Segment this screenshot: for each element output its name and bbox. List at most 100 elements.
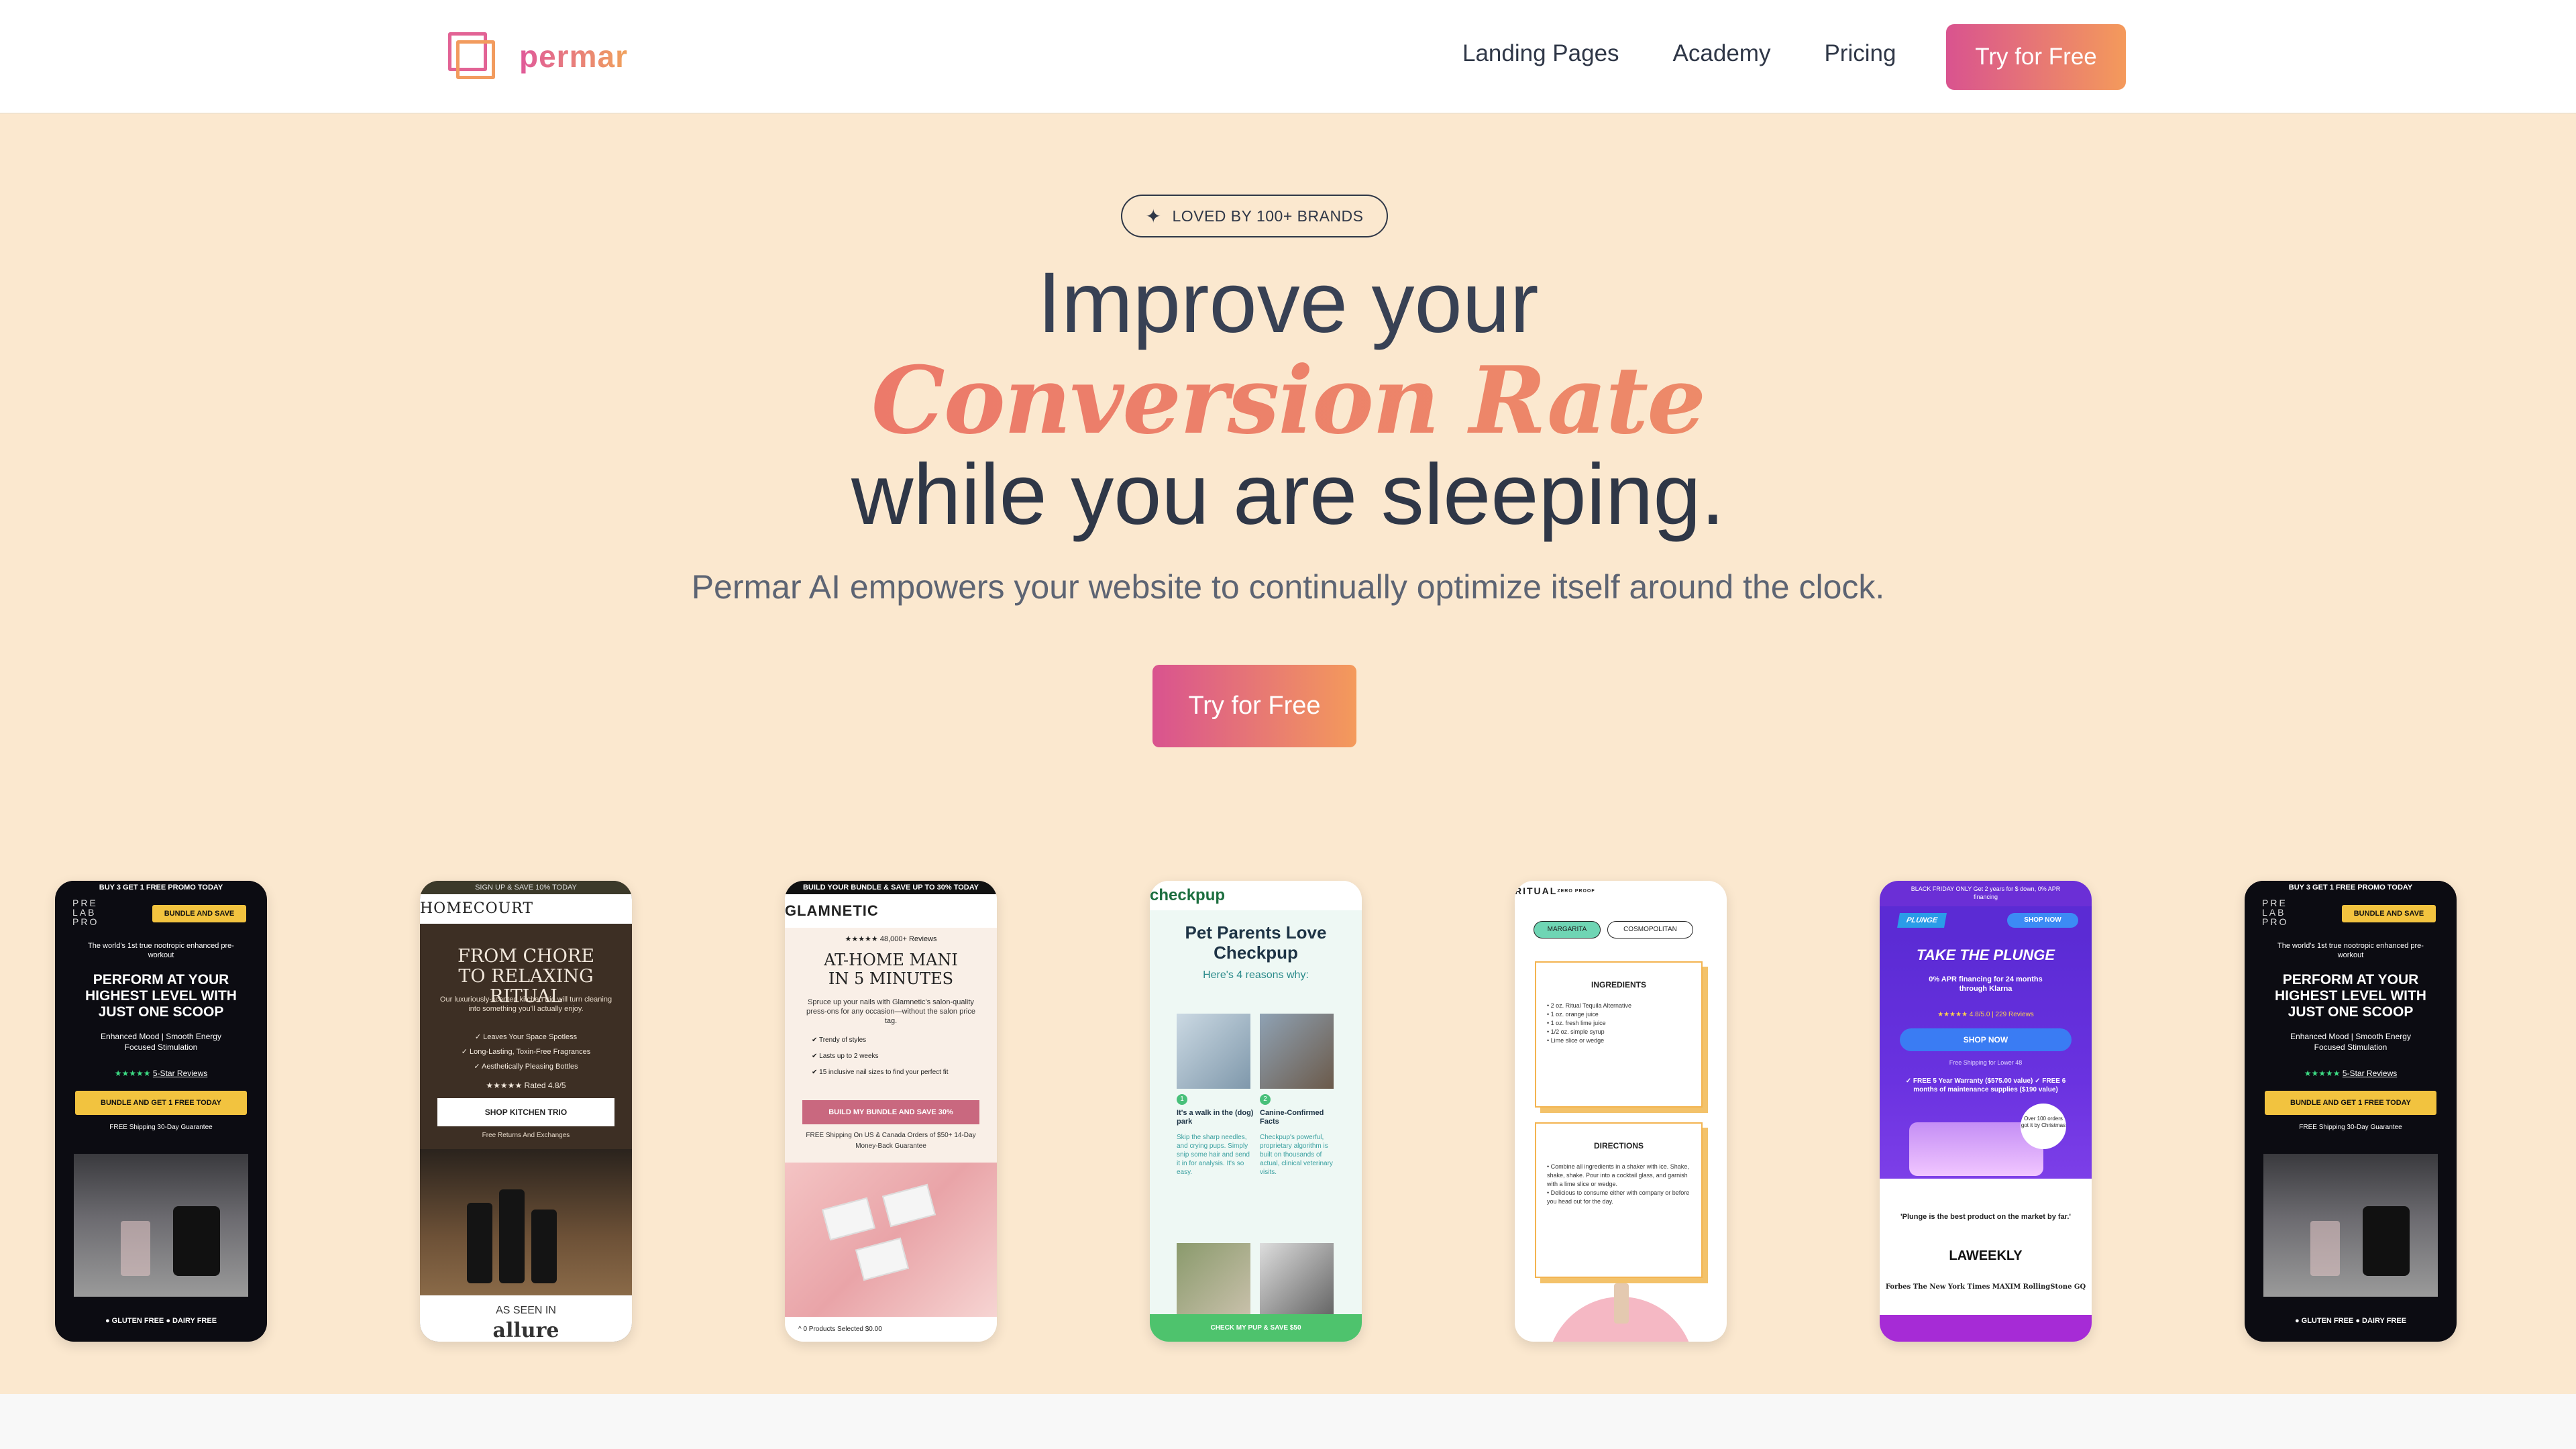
hero-heading-line-3: while you are sleeping. bbox=[851, 447, 1725, 543]
bundle-button: BUNDLE AND GET 1 FREE TODAY bbox=[2265, 1091, 2436, 1115]
promo-topbar: BUILD YOUR BUNDLE & SAVE UP TO 30% TODAY bbox=[785, 881, 997, 894]
nav-link-landing-pages[interactable]: Landing Pages bbox=[1462, 40, 1619, 67]
bundle-pill: BUNDLE AND SAVE bbox=[152, 905, 246, 922]
hero-heading-line-1: Improve your bbox=[1037, 255, 1539, 351]
headline: TAKE THE PLUNGE bbox=[1916, 947, 2055, 963]
permar-logo[interactable]: permar bbox=[448, 32, 628, 80]
badge-label: LOVED BY 100+ BRANDS bbox=[1172, 207, 1364, 225]
shipping-info: FREE Shipping On US & Canada Orders of $… bbox=[806, 1132, 976, 1150]
benefit-list: ✔ Trendy of styles ✔ Lasts up to 2 weeks ✔… bbox=[812, 1036, 949, 1076]
cta-footer: CHECK MY PUP & SAVE $50 bbox=[1150, 1314, 1362, 1342]
nav-link-academy[interactable]: Academy bbox=[1673, 40, 1771, 67]
as-seen-in: AS SEEN IN allure bbox=[420, 1295, 632, 1342]
nav-try-for-free-button[interactable]: Try for Free bbox=[1946, 24, 2126, 90]
press-logo: LAWEEKLY bbox=[1949, 1248, 2023, 1263]
rating: ★★★★★ 4.8/5.0 | 229 Reviews bbox=[1937, 1011, 2034, 1018]
reason-2-body: Checkpup's powerful, proprietary algorit… bbox=[1260, 1134, 1333, 1176]
bundle-pill: BUNDLE AND SAVE bbox=[2342, 905, 2436, 922]
mini-navbar: PLUNGE SHOP NOW bbox=[1880, 906, 2092, 936]
hero-try-for-free-button[interactable]: Try for Free bbox=[1152, 665, 1356, 747]
product-image bbox=[74, 1154, 248, 1297]
rating: ★★★★★ 48,000+ Reviews bbox=[845, 935, 937, 943]
returns-info: Free Returns And Exchanges bbox=[482, 1132, 570, 1139]
reason-2-icon: 2 bbox=[1260, 1094, 1271, 1105]
bottle-image bbox=[1614, 1283, 1629, 1324]
tagline: The world's 1st true nootropic enhanced … bbox=[88, 942, 234, 959]
shipping-info: FREE Shipping 30-Day Guarantee bbox=[109, 1124, 213, 1131]
sparkle-icon: ✦ bbox=[1145, 205, 1162, 227]
headline: AT-HOME MANI IN 5 MINUTES bbox=[824, 951, 958, 988]
reason-1-heading: It's a walk in the (dog) park bbox=[1177, 1109, 1254, 1126]
phone-preview-prelab-repeat[interactable]: BUY 3 GET 1 FREE PROMO TODAY PRE LAB PRO… bbox=[2245, 881, 2457, 1342]
reason-1-body: Skip the sharp needles, and crying pups.… bbox=[1177, 1134, 1250, 1176]
subheadline: Here's 4 reasons why: bbox=[1203, 969, 1309, 981]
promo-topbar: SIGN UP & SAVE 10% TODAY bbox=[420, 881, 632, 894]
top-navbar: permar Landing Pages Academy Pricing Try… bbox=[0, 0, 2576, 114]
phone-preview-plunge[interactable]: BLACK FRIDAY ONLY Get 2 years for $ down… bbox=[1880, 881, 2092, 1342]
brand-logo: PLUNGE bbox=[1897, 913, 1947, 928]
promo-topbar: BUY 3 GET 1 FREE PROMO TODAY bbox=[2245, 881, 2457, 894]
brand-logo: HOMECOURT bbox=[420, 894, 632, 924]
rating: ★★★★★ 5-Star Reviews bbox=[114, 1069, 208, 1078]
benefit-list: ✓ Leaves Your Space Spotless ✓ Long-Lasti… bbox=[461, 1033, 591, 1071]
product-image bbox=[420, 1149, 632, 1295]
reason-2-heading: Canine-Confirmed Facts bbox=[1260, 1109, 1324, 1126]
bundle-button: BUNDLE AND GET 1 FREE TODAY bbox=[75, 1091, 247, 1115]
logo-squares-icon bbox=[448, 32, 496, 80]
dogs-image bbox=[1177, 1243, 1250, 1314]
cart-footer: ^ 0 Products Selected $0.00 bbox=[785, 1317, 997, 1342]
promo-topbar: BUY 3 GET 1 FREE PROMO TODAY bbox=[55, 881, 267, 894]
phone-preview-glamnetic[interactable]: BUILD YOUR BUNDLE & SAVE UP TO 30% TODAY… bbox=[785, 881, 997, 1342]
ingredients-card: INGREDIENTS • 2 oz. Ritual Tequila Alter… bbox=[1535, 961, 1703, 1108]
rating: ★★★★★ 5-Star Reviews bbox=[2304, 1069, 2398, 1078]
phone-preview-prelab[interactable]: BUY 3 GET 1 FREE PROMO TODAY PRE LAB PRO… bbox=[55, 881, 267, 1342]
shop-button: SHOP KITCHEN TRIO bbox=[437, 1098, 614, 1126]
directions-card: DIRECTIONS • Combine all ingredients in … bbox=[1535, 1122, 1703, 1278]
test-kit-image bbox=[1177, 1014, 1250, 1089]
press-quote: 'Plunge is the best product on the marke… bbox=[1900, 1213, 2071, 1221]
phone-preview-homecourt[interactable]: SIGN UP & SAVE 10% TODAY HOMECOURT FROM … bbox=[420, 881, 632, 1342]
rating: ★★★★★ Rated 4.8/5 bbox=[486, 1081, 566, 1090]
logo-text: permar bbox=[519, 39, 628, 74]
brand-logo: checkpup bbox=[1150, 881, 1362, 910]
description: Our luxuriously-scented kitchen trio wil… bbox=[439, 996, 612, 1013]
reason-1-icon: 1 bbox=[1177, 1094, 1187, 1105]
shop-now-button: SHOP NOW bbox=[1900, 1028, 2072, 1051]
tagline: The world's 1st true nootropic enhanced … bbox=[2277, 942, 2424, 959]
benefits: Enhanced Mood | Smooth Energy Focused St… bbox=[101, 1032, 221, 1052]
next-section-band bbox=[0, 1394, 2576, 1449]
financing: 0% APR financing for 24 months through K… bbox=[1929, 975, 2043, 993]
phone-preview-checkpup[interactable]: checkpup Pet Parents Love Checkpup Here'… bbox=[1150, 881, 1362, 1342]
promo-topbar: BLACK FRIDAY ONLY Get 2 years for $ down… bbox=[1880, 881, 2092, 906]
tab-cosmopolitan: COSMOPOLITAN bbox=[1607, 921, 1693, 938]
hero-subtitle: Permar AI empowers your website to conti… bbox=[691, 568, 1885, 606]
free-shipping: Free Shipping for Lower 48 bbox=[1949, 1059, 2023, 1066]
description: Spruce up your nails with Glamnetic's sa… bbox=[806, 998, 975, 1025]
seal-badge: Over 100 orders got it by Christmas bbox=[2021, 1104, 2066, 1149]
headline: Pet Parents Love Checkpup bbox=[1185, 922, 1327, 963]
shipping-info: FREE Shipping 30-Day Guarantee bbox=[2299, 1124, 2402, 1131]
footer-bar bbox=[1880, 1315, 2092, 1342]
puppy-image bbox=[1260, 1243, 1334, 1314]
shop-now-small: SHOP NOW bbox=[2007, 913, 2078, 928]
headline: PERFORM AT YOUR HIGHEST LEVEL WITH JUST … bbox=[85, 972, 237, 1020]
product-image bbox=[2263, 1154, 2438, 1297]
benefits: Enhanced Mood | Smooth Energy Focused St… bbox=[2290, 1032, 2411, 1052]
phone-preview-ritual[interactable]: RITUAL ZERO PROOF MARGARITA COSMOPOLITAN … bbox=[1515, 881, 1727, 1342]
brand-logo: RITUAL ZERO PROOF bbox=[1515, 885, 1595, 896]
dog-image bbox=[1260, 1014, 1334, 1089]
headline: PERFORM AT YOUR HIGHEST LEVEL WITH JUST … bbox=[2275, 972, 2426, 1020]
brand-logo: GLAMNETIC bbox=[785, 894, 997, 928]
brand-logo: PRE LAB PRO bbox=[2262, 898, 2289, 927]
bottom-badges: ● GLUTEN FREE ● DAIRY FREE bbox=[2294, 1317, 2407, 1325]
hero-heading-highlight: Conversion Rate bbox=[0, 345, 2576, 455]
perks: ✓ FREE 5 Year Warranty ($575.00 value) ✓… bbox=[1905, 1077, 2066, 1093]
product-image bbox=[785, 1163, 997, 1317]
nav-links: Landing Pages Academy Pricing bbox=[1462, 40, 1949, 67]
tab-margarita: MARGARITA bbox=[1534, 921, 1601, 938]
press-logos-row: Forbes The New York Times MAXIM RollingS… bbox=[1885, 1283, 2086, 1291]
loved-by-brands-badge: ✦ LOVED BY 100+ BRANDS bbox=[1121, 195, 1388, 237]
bottom-badges: ● GLUTEN FREE ● DAIRY FREE bbox=[105, 1317, 217, 1325]
nav-link-pricing[interactable]: Pricing bbox=[1824, 40, 1896, 67]
brand-logo: PRE LAB PRO bbox=[72, 898, 99, 927]
